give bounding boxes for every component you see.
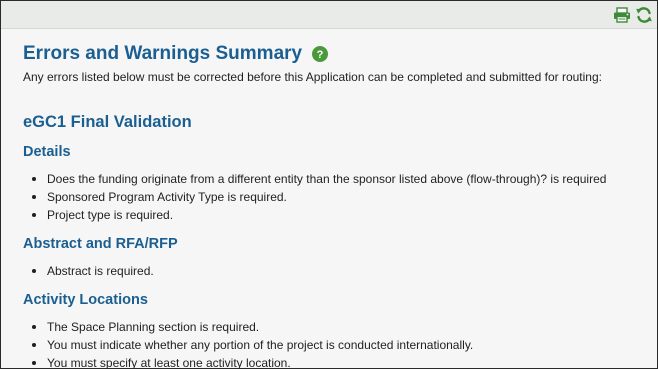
error-item: Abstract is required. (32, 262, 657, 280)
toolbar (1, 1, 657, 29)
section-activity-locations: Activity Locations The Space Planning se… (23, 292, 657, 368)
error-item: You must specify at least one activity l… (32, 354, 657, 368)
validation-title: eGC1 Final Validation (23, 113, 192, 131)
toolbar-icons (613, 6, 653, 24)
section-details: Details Does the funding originate from … (23, 144, 657, 224)
error-item: You must indicate whether any portion of… (32, 336, 657, 354)
error-item: Project type is required. (32, 206, 657, 224)
summary-content: Errors and Warnings Summary ? Any errors… (1, 29, 657, 368)
error-list: Abstract is required. (23, 262, 657, 280)
errors-warnings-window: Errors and Warnings Summary ? Any errors… (0, 0, 658, 369)
question-circle-icon[interactable]: ? (312, 46, 329, 62)
error-list: The Space Planning section is required. … (23, 318, 657, 368)
error-item: Sponsored Program Activity Type is requi… (32, 188, 657, 206)
section-heading: Details (23, 144, 71, 160)
section-heading: Abstract and RFA/RFP (23, 236, 178, 252)
section-heading: Activity Locations (23, 292, 148, 308)
printer-icon[interactable] (613, 6, 631, 24)
intro-text: Any errors listed below must be correcte… (23, 70, 602, 84)
svg-text:?: ? (317, 49, 324, 61)
refresh-icon[interactable] (635, 6, 653, 24)
error-item: The Space Planning section is required. (32, 318, 657, 336)
title-row: Errors and Warnings Summary ? (23, 41, 657, 67)
error-list: Does the funding originate from a differ… (23, 170, 657, 224)
page-title: Errors and Warnings Summary (23, 43, 303, 64)
section-abstract: Abstract and RFA/RFP Abstract is require… (23, 236, 657, 280)
error-item: Does the funding originate from a differ… (32, 170, 657, 188)
